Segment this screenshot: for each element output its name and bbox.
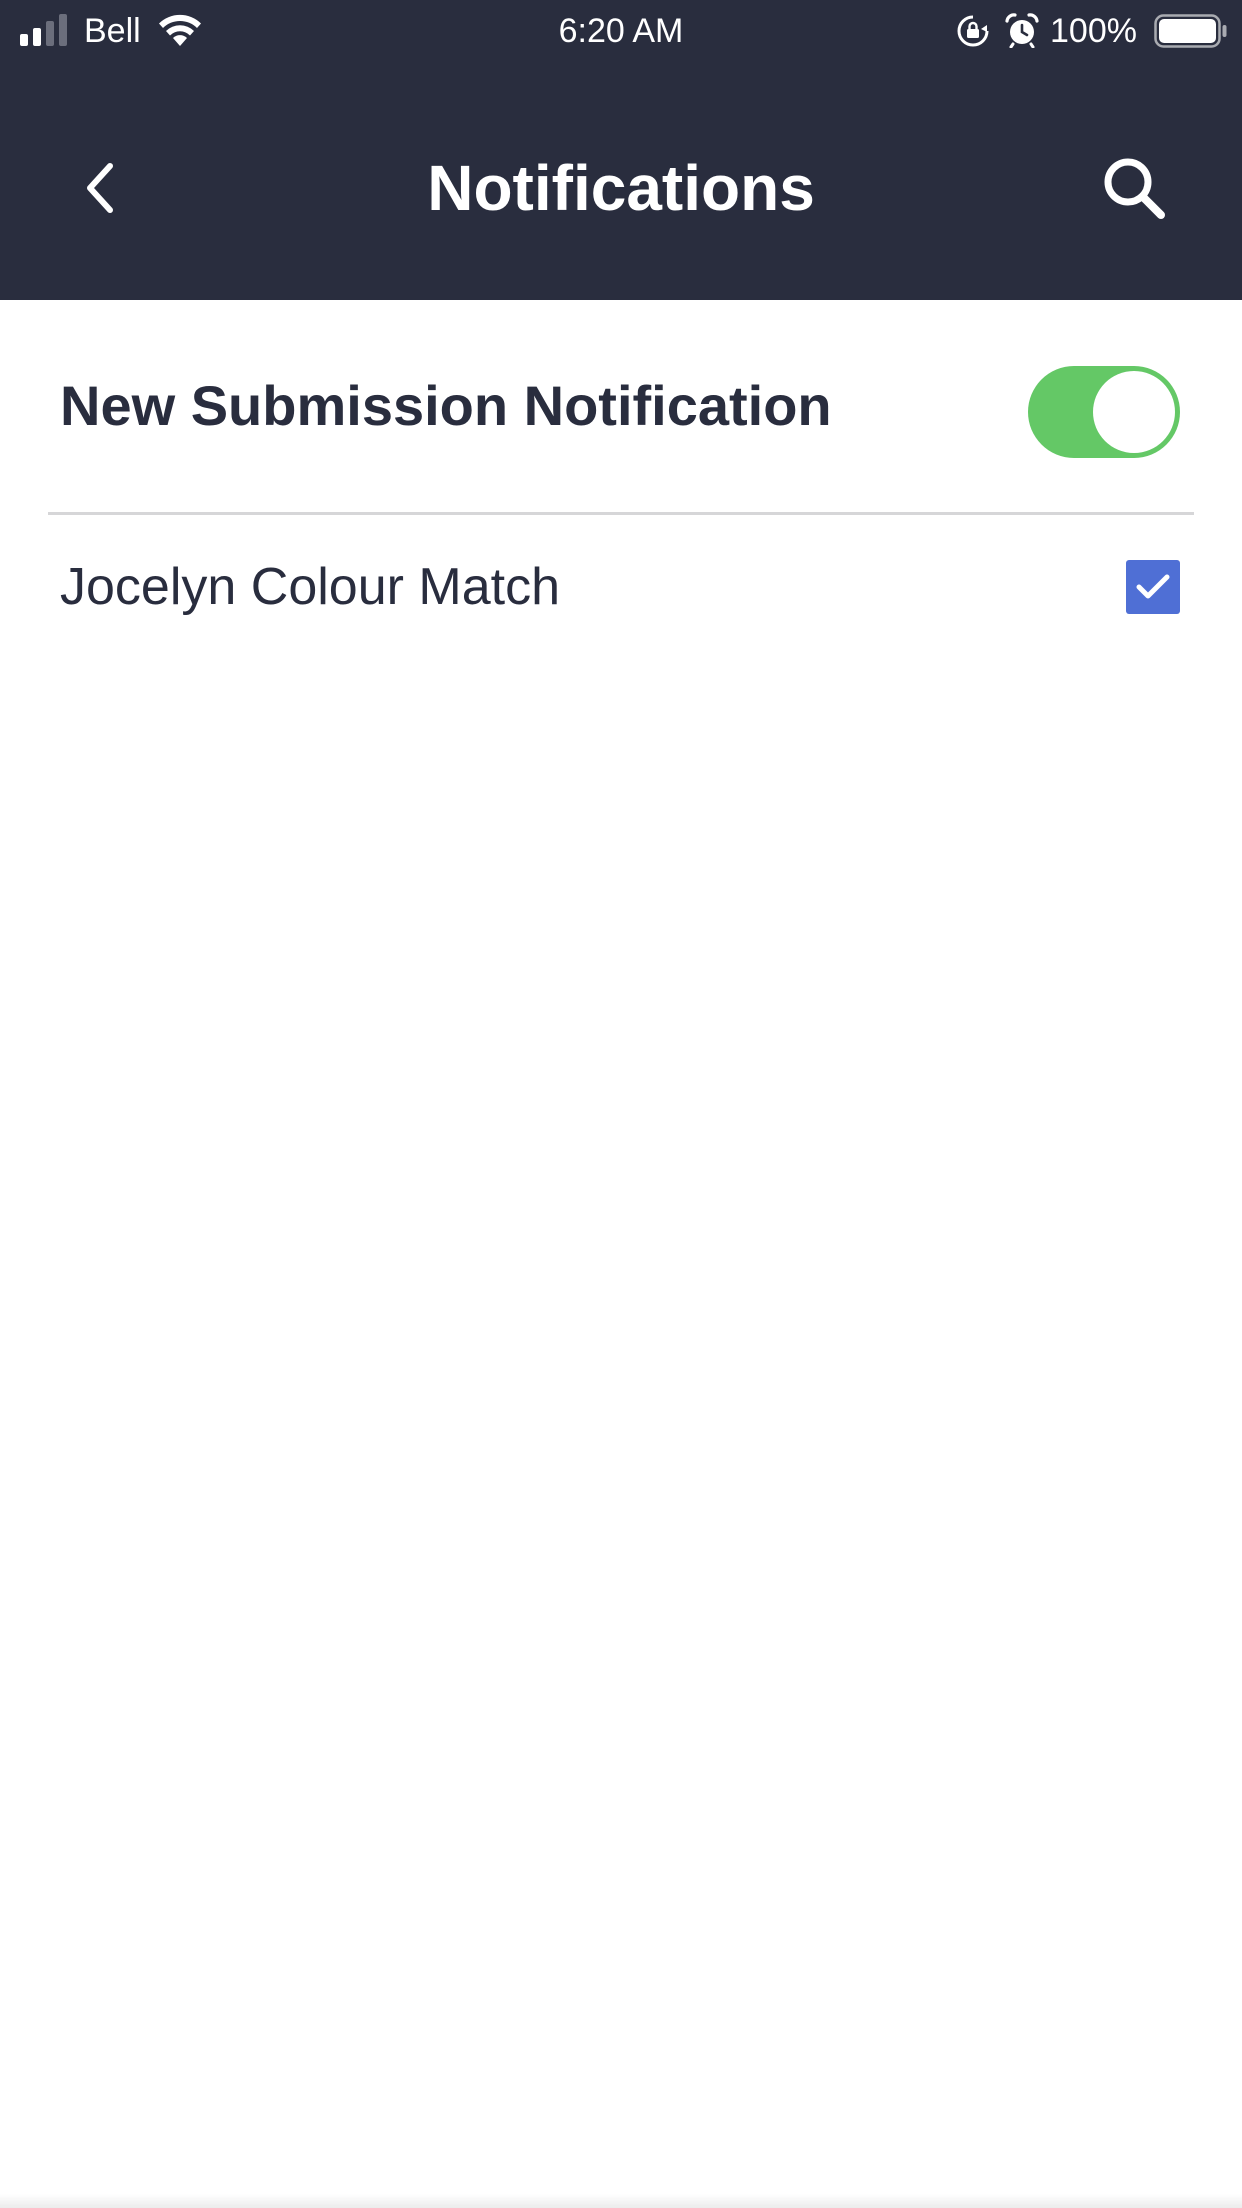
search-icon [1104, 158, 1165, 219]
status-bar: Bell 6:20 AM 100% [0, 0, 1242, 62]
new-submission-toggle[interactable] [1028, 366, 1180, 458]
bottom-edge-shadow [0, 2194, 1242, 2208]
back-button[interactable] [60, 148, 140, 228]
form-checkbox[interactable] [1126, 560, 1180, 614]
top-bar: Bell 6:20 AM 100% Notifications [0, 0, 1242, 300]
alarm-icon [1005, 13, 1039, 48]
checkmark-icon [1136, 574, 1170, 599]
rotation-lock-icon [957, 15, 989, 47]
page-title: Notifications [427, 152, 815, 224]
notifications-screen: Bell 6:20 AM 100% Notifications New Subm… [0, 0, 1242, 2208]
new-submission-setting-row: New Submission Notification [60, 300, 1184, 512]
new-submission-label: New Submission Notification [60, 374, 832, 437]
form-list-item[interactable]: Jocelyn Colour Match [60, 540, 1184, 636]
battery-percent: 100% [1050, 12, 1137, 50]
divider [48, 512, 1194, 515]
toggle-knob [1093, 371, 1175, 453]
form-name-label: Jocelyn Colour Match [60, 558, 560, 616]
search-button[interactable] [1092, 146, 1176, 230]
battery-icon [1154, 14, 1227, 48]
navigation-bar: Notifications [0, 62, 1242, 300]
chevron-left-icon [87, 163, 113, 213]
